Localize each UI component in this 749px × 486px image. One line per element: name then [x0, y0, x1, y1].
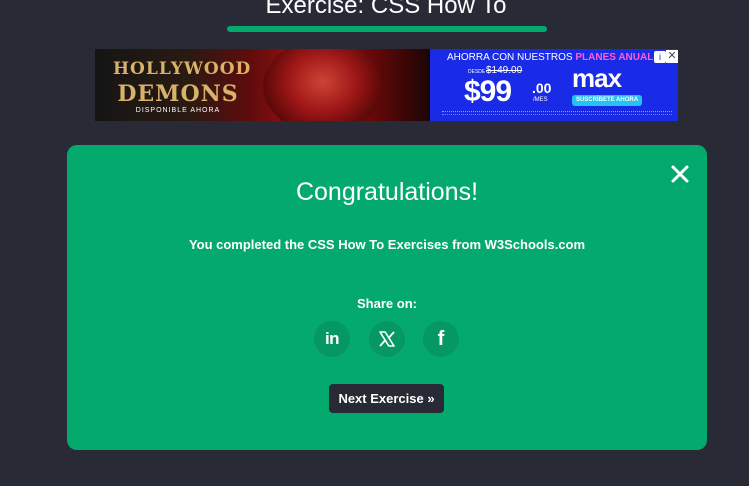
ad-subtitle: DISPONIBLE AHORA: [135, 107, 221, 114]
ad-price-cents: .00: [532, 80, 552, 96]
completion-message: You completed the CSS How To Exercises f…: [188, 237, 586, 252]
ad-title-line1: HOLLYWOOD: [113, 59, 252, 79]
ad-promo-text: AHORRA CON NUESTROS PLANES ANUAL: [447, 52, 653, 63]
facebook-icon: f: [437, 327, 445, 350]
ad-poster-image: [263, 49, 383, 121]
adchoices-icon[interactable]: i: [654, 51, 666, 63]
ad-title-line2: DEMONS: [117, 81, 239, 107]
share-x-button[interactable]: [369, 321, 405, 357]
modal-heading: Congratulations!: [295, 178, 479, 206]
share-linkedin-button[interactable]: in: [314, 321, 350, 357]
linkedin-icon: in: [324, 329, 340, 348]
ad-promo-main: AHORRA CON NUESTROS: [447, 52, 576, 63]
title-underline: [227, 26, 547, 32]
ad-right-panel[interactable]: AHORRA CON NUESTROS PLANES ANUAL i ✕ DES…: [430, 49, 678, 121]
ad-brand-logo: max: [572, 63, 622, 93]
ad-banner[interactable]: HOLLYWOOD DEMONS DISPONIBLE AHORA AHORRA…: [95, 49, 678, 121]
share-label: Share on:: [357, 296, 417, 311]
ad-per-label: /MES: [533, 97, 548, 103]
share-facebook-button[interactable]: f: [423, 321, 459, 357]
congratulations-modal: Congratulations! You completed the CSS H…: [67, 145, 707, 450]
x-icon: [379, 331, 395, 347]
ad-price: $99: [464, 75, 512, 108]
ad-cta-button[interactable]: SUSCRÍBETE AHORA: [572, 95, 642, 106]
next-exercise-button[interactable]: Next Exercise »: [329, 384, 444, 413]
ad-left-panel[interactable]: HOLLYWOOD DEMONS DISPONIBLE AHORA: [95, 49, 430, 121]
ad-promo-accent: PLANES ANUAL: [575, 52, 654, 63]
ad-close-icon[interactable]: ✕: [666, 50, 678, 63]
page-title: Exercise: CSS How To: [265, 0, 507, 19]
ad-fine-print: [442, 111, 672, 115]
